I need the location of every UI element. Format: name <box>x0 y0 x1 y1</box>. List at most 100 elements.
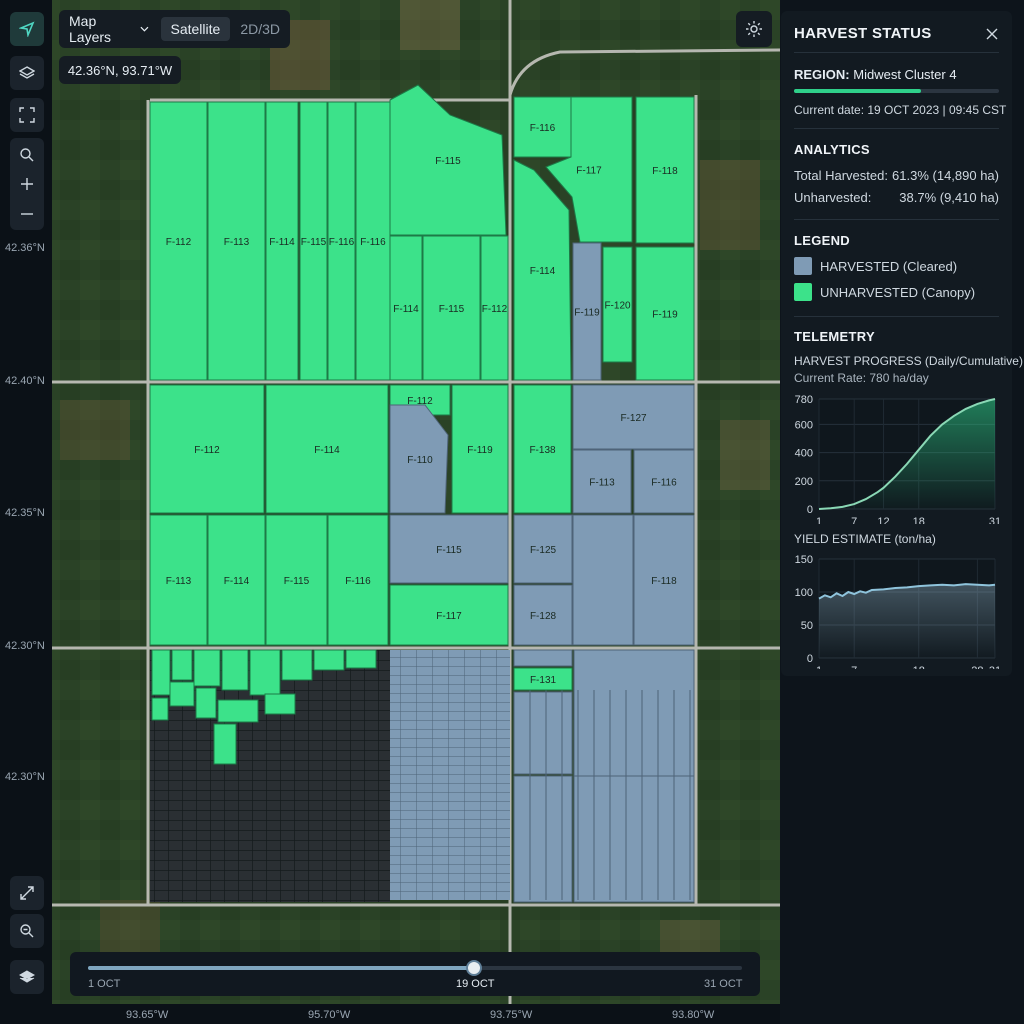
settings-button[interactable] <box>736 11 772 47</box>
lat-label: 42.36°N <box>5 242 45 254</box>
progress-chart-title: HARVEST PROGRESS (Daily/Cumulative) <box>794 354 1023 368</box>
y-tick-label: 100 <box>795 587 813 599</box>
field-label: F-116 <box>651 478 677 489</box>
lat-label: 42.30°N <box>5 771 45 783</box>
harvested-parcel[interactable] <box>513 691 573 775</box>
harvested-parcels-central[interactable] <box>390 650 510 900</box>
field-label: F-114 <box>314 445 340 456</box>
divider <box>794 219 999 220</box>
close-button[interactable] <box>982 24 1002 44</box>
close-icon <box>986 28 998 40</box>
field-label: F-113 <box>166 576 192 587</box>
harvested-parcel[interactable] <box>513 775 573 903</box>
field-label: F-128 <box>530 611 557 622</box>
harvested-parcel[interactable] <box>513 649 573 667</box>
zoom-control <box>10 138 44 230</box>
view-mode-toggle[interactable]: 2D/3D <box>230 17 290 41</box>
field-label: F-112 <box>166 237 192 248</box>
field-label: F-116 <box>345 576 371 587</box>
y-tick-label: 600 <box>795 419 813 431</box>
field-label: F-112 <box>482 304 508 315</box>
x-tick-label: 18 <box>913 516 925 524</box>
timeline-track[interactable] <box>88 960 742 976</box>
x-tick-label: 1 <box>816 665 822 669</box>
navigate-button[interactable] <box>10 12 44 46</box>
satellite-toggle[interactable]: Satellite <box>160 17 231 41</box>
fullscreen-button[interactable] <box>10 876 44 910</box>
timeline-bar: 1 OCT 19 OCT 31 OCT <box>70 952 760 996</box>
field-label: F-116 <box>530 123 556 134</box>
navigate-arrow-icon <box>19 21 35 37</box>
field-label: F-119 <box>574 308 600 319</box>
harvested-parcel[interactable] <box>573 775 695 903</box>
field-label: F-125 <box>530 545 557 556</box>
field-label: F-112 <box>194 445 220 456</box>
layers-button[interactable] <box>10 56 44 90</box>
zoom-to-button[interactable] <box>10 914 44 948</box>
y-tick-label: 780 <box>795 394 813 406</box>
field-label: F-110 <box>407 455 433 466</box>
coordinate-readout: 42.36°N, 93.71°W <box>59 56 181 84</box>
lon-label: 93.65°W <box>126 1009 169 1021</box>
harvested-parcel[interactable] <box>572 514 634 646</box>
unharvested-value: 38.7% (9,410 ha) <box>899 190 999 205</box>
y-tick-label: 200 <box>795 476 813 488</box>
stack-layers-button[interactable] <box>10 960 44 994</box>
y-tick-label: 400 <box>795 448 813 460</box>
divider <box>794 316 999 317</box>
legend-unharvested-swatch <box>794 283 812 301</box>
x-tick-label: 31 <box>989 516 1001 524</box>
expand-corners-icon <box>19 107 35 123</box>
region-label: REGION: <box>794 67 850 82</box>
timeline-end-label: 31 OCT <box>704 978 743 990</box>
lat-label: 42.40°N <box>5 375 45 387</box>
timeline-start-label: 1 OCT <box>88 978 121 990</box>
yield-chart-title: YIELD ESTIMATE (ton/ha) <box>794 532 936 546</box>
map-toolbar: Map Layers Satellite 2D/3D <box>59 10 290 48</box>
harvested-label: Total Harvested: <box>794 168 888 183</box>
y-tick-label: 150 <box>795 554 813 566</box>
zoom-in-button[interactable] <box>10 170 44 198</box>
legend-unharvested-label: UNHARVESTED (Canopy) <box>820 285 976 300</box>
zoom-out-button[interactable] <box>10 200 44 228</box>
field-label: F-115 <box>301 237 327 248</box>
region-row: REGION: Midwest Cluster 4 <box>794 67 957 82</box>
zoom-search-button[interactable] <box>10 140 44 170</box>
field-label: F-115 <box>284 576 310 587</box>
field-label: F-114 <box>393 304 419 315</box>
harvested-parcel[interactable] <box>573 649 695 777</box>
field-label: F-116 <box>329 237 355 248</box>
lat-label: 42.35°N <box>5 507 45 519</box>
unharvested-label: Unharvested: <box>794 190 872 205</box>
field-label: F-118 <box>652 166 678 177</box>
field-label: F-115 <box>436 545 462 556</box>
divider <box>794 128 999 129</box>
field-label: F-113 <box>589 478 615 489</box>
x-tick-label: 28 <box>971 665 983 669</box>
stack-icon <box>19 970 35 983</box>
fit-extent-button[interactable] <box>10 98 44 132</box>
field-label: F-113 <box>224 237 250 248</box>
x-tick-label: 1 <box>816 516 822 524</box>
region-progress-fill <box>794 89 922 93</box>
current-rate: Current Rate: 780 ha/day <box>794 371 929 385</box>
magnifier-icon <box>20 148 34 162</box>
layers-icon <box>19 66 35 79</box>
current-date: Current date: 19 OCT 2023 | 09:45 CST <box>794 103 1007 117</box>
region-value: Midwest Cluster 4 <box>853 67 957 82</box>
field-label: F-114 <box>224 576 250 587</box>
field-label: F-119 <box>467 445 493 456</box>
field-label: F-115 <box>435 156 461 167</box>
field-label: F-131 <box>530 675 557 686</box>
x-tick-label: 31 <box>989 665 1001 669</box>
lat-label: 42.30°N <box>5 640 45 652</box>
y-tick-label: 0 <box>807 653 813 665</box>
timeline-handle[interactable] <box>465 960 482 976</box>
analytics-heading: ANALYTICS <box>794 142 870 157</box>
field-label: F-117 <box>436 611 462 622</box>
field-label: F-120 <box>604 301 631 312</box>
divider <box>794 52 999 53</box>
field-label: F-114 <box>530 266 556 277</box>
field-label: F-117 <box>576 166 602 177</box>
map-layers-dropdown[interactable]: Map Layers <box>59 13 149 45</box>
